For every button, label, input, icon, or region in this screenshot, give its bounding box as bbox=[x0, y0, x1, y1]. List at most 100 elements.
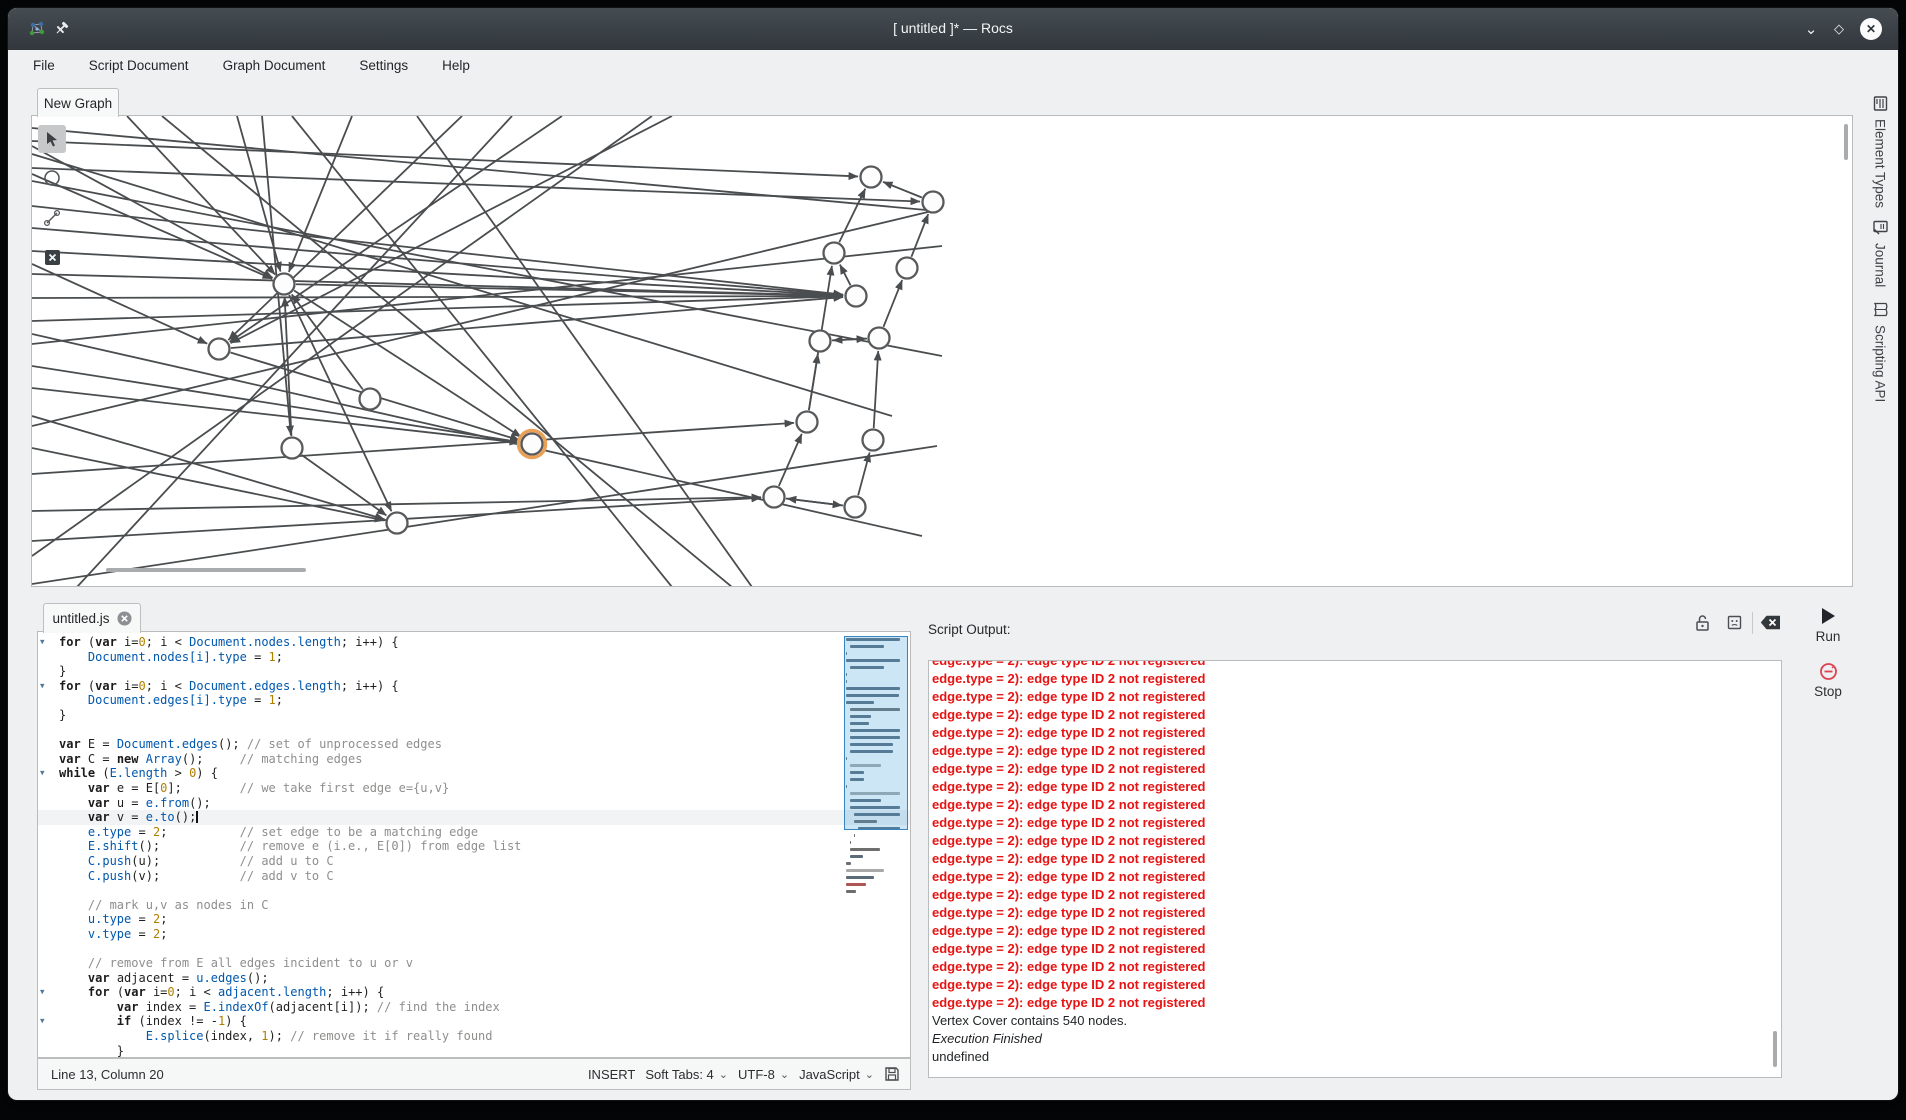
graph-edge[interactable] bbox=[883, 280, 902, 327]
graph-node[interactable] bbox=[846, 286, 867, 307]
maximize-button[interactable]: ◇ bbox=[1828, 18, 1850, 40]
dock-tab-element-types[interactable]: Element Types bbox=[1866, 96, 1894, 208]
stop-button[interactable]: Stop bbox=[1804, 662, 1852, 699]
graph-edge[interactable] bbox=[32, 296, 843, 298]
graph-node[interactable] bbox=[824, 243, 845, 264]
minimap-viewport[interactable] bbox=[844, 636, 908, 830]
menu-graph-document[interactable]: Graph Document bbox=[223, 58, 326, 73]
delete-tool-button[interactable] bbox=[38, 243, 66, 271]
graph-edge[interactable] bbox=[883, 182, 922, 198]
graph-node[interactable] bbox=[387, 513, 408, 534]
code-line[interactable]: Document.edges[i].type = 1; bbox=[38, 693, 910, 708]
graph-edge[interactable] bbox=[779, 434, 802, 486]
graph-node[interactable] bbox=[360, 389, 381, 410]
code-line[interactable]: Document.nodes[i].type = 1; bbox=[38, 650, 910, 665]
graph-node[interactable] bbox=[923, 192, 944, 213]
code-line[interactable]: } bbox=[38, 664, 910, 679]
graph-edge[interactable] bbox=[285, 297, 292, 436]
graph-horizontal-scrollbar[interactable] bbox=[106, 568, 306, 572]
graph-edge[interactable] bbox=[32, 366, 519, 442]
menu-file[interactable]: File bbox=[33, 58, 55, 73]
code-line[interactable]: var adjacent = u.edges(); bbox=[38, 971, 910, 986]
graph-node[interactable] bbox=[897, 258, 918, 279]
graph-node[interactable] bbox=[810, 331, 831, 352]
graph-node[interactable] bbox=[797, 412, 818, 433]
editor-minimap[interactable] bbox=[846, 638, 906, 936]
code-line[interactable]: } bbox=[38, 1044, 910, 1058]
fold-marker-icon[interactable]: ▼ bbox=[40, 635, 45, 650]
code-line[interactable] bbox=[38, 941, 910, 956]
encoding-selector[interactable]: UTF-8⌄ bbox=[738, 1067, 789, 1082]
graph-node[interactable] bbox=[845, 497, 866, 518]
graph-node[interactable] bbox=[869, 328, 890, 349]
graph-node[interactable] bbox=[282, 438, 303, 459]
save-icon[interactable] bbox=[884, 1066, 900, 1082]
output-vertical-scrollbar[interactable] bbox=[1773, 1031, 1777, 1067]
clear-output-button[interactable] bbox=[1758, 610, 1782, 634]
code-line[interactable]: var index = E.indexOf(adjacent[i]); // f… bbox=[38, 1000, 910, 1015]
graph-node[interactable] bbox=[274, 274, 295, 295]
select-move-tool-button[interactable] bbox=[38, 125, 66, 153]
code-line[interactable] bbox=[38, 883, 910, 898]
graph-node[interactable] bbox=[863, 430, 884, 451]
graph-edge[interactable] bbox=[127, 116, 275, 275]
code-line[interactable]: var v = e.to(); bbox=[38, 810, 910, 825]
code-line[interactable]: ▼for (var i=0; i < Document.nodes.length… bbox=[38, 635, 910, 650]
code-line[interactable]: // mark u,v as nodes in C bbox=[38, 898, 910, 913]
graph-edge[interactable] bbox=[32, 388, 519, 443]
code-line[interactable]: E.splice(index, 1); // remove it if real… bbox=[38, 1029, 910, 1044]
code-editor[interactable]: ▼for (var i=0; i < Document.nodes.length… bbox=[37, 631, 911, 1058]
code-line[interactable]: ▼for (var i=0; i < Document.edges.length… bbox=[38, 679, 910, 694]
code-line[interactable]: u.type = 2; bbox=[38, 912, 910, 927]
insert-mode-indicator[interactable]: INSERT bbox=[588, 1067, 635, 1082]
code-line[interactable]: C.push(u); // add u to C bbox=[38, 854, 910, 869]
tab-settings-selector[interactable]: Soft Tabs: 4⌄ bbox=[645, 1067, 728, 1082]
code-line[interactable] bbox=[38, 723, 910, 738]
tab-new-graph[interactable]: New Graph bbox=[37, 88, 119, 117]
graph-edge[interactable] bbox=[911, 214, 928, 257]
graph-edge[interactable] bbox=[858, 453, 870, 496]
fold-marker-icon[interactable]: ▼ bbox=[40, 766, 45, 781]
code-text[interactable]: ▼for (var i=0; i < Document.nodes.length… bbox=[38, 635, 910, 1058]
graph-edge[interactable] bbox=[840, 265, 851, 286]
run-button[interactable]: Run bbox=[1804, 606, 1852, 644]
fold-marker-icon[interactable]: ▼ bbox=[40, 985, 45, 1000]
title-bar[interactable]: [ untitled ]* — Rocs ⌄ ◇ ✕ bbox=[8, 8, 1898, 50]
code-line[interactable]: ▼ for (var i=0; i < adjacent.length; i++… bbox=[38, 985, 910, 1000]
menu-settings[interactable]: Settings bbox=[359, 58, 408, 73]
debug-output-button[interactable] bbox=[1722, 610, 1746, 634]
close-button[interactable]: ✕ bbox=[1860, 18, 1882, 40]
language-selector[interactable]: JavaScript⌄ bbox=[799, 1067, 874, 1082]
code-line[interactable]: ▼while (E.length > 0) { bbox=[38, 766, 910, 781]
fold-marker-icon[interactable]: ▼ bbox=[40, 679, 45, 694]
lock-output-button[interactable] bbox=[1690, 610, 1714, 634]
menu-help[interactable]: Help bbox=[442, 58, 470, 73]
code-line[interactable]: } bbox=[38, 708, 910, 723]
graph-vertical-scrollbar[interactable] bbox=[1844, 124, 1848, 160]
fold-marker-icon[interactable]: ▼ bbox=[40, 1014, 45, 1029]
graph-node[interactable] bbox=[209, 339, 230, 360]
create-node-tool-button[interactable] bbox=[38, 164, 66, 192]
code-line[interactable]: // remove from E all edges incident to u… bbox=[38, 956, 910, 971]
tab-untitled-js[interactable]: untitled.js bbox=[43, 603, 141, 633]
minimize-button[interactable]: ⌄ bbox=[1800, 18, 1822, 40]
graph-node[interactable] bbox=[764, 487, 785, 508]
graph-node[interactable] bbox=[522, 434, 543, 455]
code-line[interactable]: var C = new Array(); // matching edges bbox=[38, 752, 910, 767]
tab-close-icon[interactable] bbox=[117, 611, 132, 626]
graph-edge[interactable] bbox=[294, 291, 521, 437]
dock-tab-scripting-api[interactable]: Scripting API bbox=[1866, 302, 1894, 402]
code-line[interactable]: E.shift(); // remove e (i.e., E[0]) from… bbox=[38, 839, 910, 854]
code-line[interactable]: var u = e.from(); bbox=[38, 796, 910, 811]
code-line[interactable]: var E = Document.edges(); // set of unpr… bbox=[38, 737, 910, 752]
create-edge-tool-button[interactable] bbox=[38, 204, 66, 232]
code-line[interactable]: e.type = 2; // set edge to be a matching… bbox=[38, 825, 910, 840]
script-output-console[interactable]: edge.type = 2): edge type ID 2 not regis… bbox=[928, 660, 1782, 1078]
dock-tab-journal[interactable]: Journal bbox=[1866, 220, 1894, 287]
graph-edge[interactable] bbox=[32, 211, 932, 426]
code-line[interactable]: var e = E[0]; // we take first edge e={u… bbox=[38, 781, 910, 796]
graph-edge[interactable] bbox=[787, 499, 843, 506]
menu-script-document[interactable]: Script Document bbox=[89, 58, 189, 73]
graph-edge[interactable] bbox=[874, 351, 879, 428]
graph-edge[interactable] bbox=[32, 206, 843, 295]
